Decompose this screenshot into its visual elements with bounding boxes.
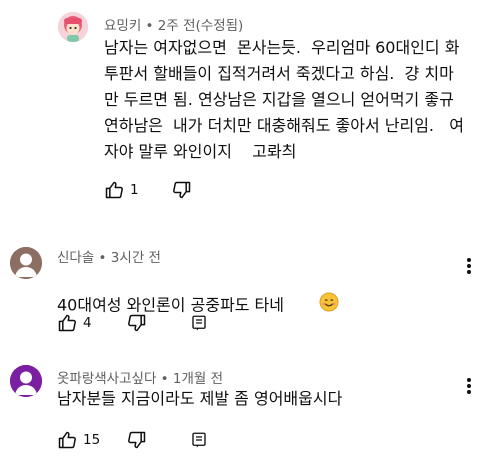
thumb-up-icon <box>57 430 77 450</box>
comment-line: 남자분들 지금이라도 제발 좀 영어배웁시다 <box>57 389 343 408</box>
like-count: 1 <box>130 182 139 198</box>
like-count: 15 <box>83 432 101 448</box>
comment-meta: 옷파랑색사고싶다 • 1개월 전 <box>57 367 223 387</box>
dislike-button[interactable] <box>127 428 147 452</box>
dislike-button[interactable] <box>127 311 147 335</box>
menu-dot <box>467 270 471 274</box>
like-button[interactable]: 1 <box>104 178 139 202</box>
comment-author[interactable]: 옷파랑색사고싶다 <box>57 371 156 387</box>
comment-actions: 1 <box>104 178 224 202</box>
avatar-image <box>10 247 42 279</box>
reply-button[interactable] <box>190 428 208 452</box>
thumb-up-icon <box>104 180 124 200</box>
comment-menu-button[interactable] <box>459 374 479 398</box>
reply-comment-icon <box>190 314 208 332</box>
avatar[interactable] <box>10 247 42 279</box>
comment-line: 연하남은 내가 더치만 대충해줘도 좋아서 난리임. 여 <box>104 116 464 135</box>
comment-text: 남자분들 지금이라도 제발 좀 영어배웁시다 <box>57 386 342 412</box>
thumb-down-icon <box>127 313 147 333</box>
comment-line: 만 두르면 됨. 연상남은 지갑을 열으니 얻어먹기 좋규 <box>104 90 454 109</box>
comment-author[interactable]: 요밍키 <box>104 18 141 34</box>
comment-time: • 1개월 전 <box>156 371 224 387</box>
like-button[interactable]: 15 <box>57 428 100 452</box>
avatar[interactable] <box>58 12 88 42</box>
reply-button[interactable] <box>190 311 208 335</box>
thumb-up-icon <box>57 313 77 333</box>
menu-dot <box>467 390 471 394</box>
comment-actions: 4 <box>57 311 257 335</box>
more-vertical-icon <box>467 258 471 262</box>
menu-dot <box>467 384 471 388</box>
comment-thread-3: 옷파랑색사고싶다 • 1개월 전 남자분들 지금이라도 제발 좀 영어배웁시다 … <box>0 358 501 459</box>
comment-text: 남자는 여자없으면 몬사는듯. 우리엄마 60대인디 화 투판서 할배들이 집적… <box>104 35 464 165</box>
like-button[interactable]: 4 <box>57 311 92 335</box>
menu-dot <box>467 264 471 268</box>
comment-thread-2: 신다솔 • 3시간 전 40대여성 와인론이 공중파도 타네 4 <box>0 235 501 335</box>
comment-line: 남자는 여자없으면 몬사는듯. 우리엄마 60대인디 화 <box>104 38 460 57</box>
comment-meta: 요밍키 • 2주 전(수정됨) <box>104 14 243 34</box>
comment-meta: 신다솔 • 3시간 전 <box>57 246 161 266</box>
comment-thread-1: 요밍키 • 2주 전(수정됨) 남자는 여자없으면 몬사는듯. 우리엄마 60대… <box>0 0 501 215</box>
avatar-image <box>58 12 88 42</box>
comment-line: 투판서 할배들이 집적거려서 죽겠다고 하심. 걍 치마 <box>104 64 454 83</box>
dislike-button[interactable] <box>172 178 192 202</box>
comment-line: 자야 말루 와인이지 고롸츼 <box>104 142 297 161</box>
avatar[interactable] <box>10 365 42 397</box>
more-vertical-icon <box>467 378 471 382</box>
thumb-down-icon <box>172 180 192 200</box>
reply-comment-icon <box>190 431 208 449</box>
thumb-down-icon <box>127 430 147 450</box>
like-count: 4 <box>83 315 92 331</box>
smiling-face-emoji <box>288 266 339 346</box>
comment-time: • 3시간 전 <box>94 250 161 266</box>
comment-actions: 15 <box>57 428 257 452</box>
avatar-image <box>10 365 42 397</box>
comment-menu-button[interactable] <box>459 254 479 278</box>
comment-time: • 2주 전(수정됨) <box>141 18 244 34</box>
comment-author[interactable]: 신다솔 <box>57 250 94 266</box>
